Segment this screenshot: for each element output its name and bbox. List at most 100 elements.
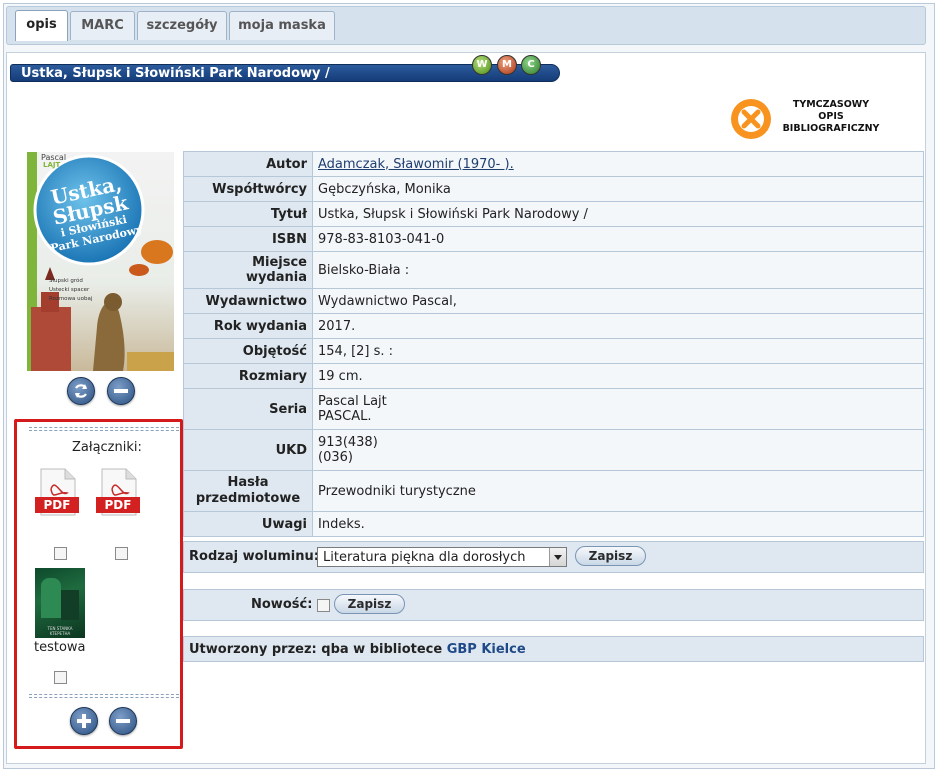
table-row: Hasła przedmiotowe Przewodniki turystycz… [183, 470, 924, 512]
cover-series: LAJT [43, 161, 61, 169]
table-row: Seria Pascal Lajt PASCAL. [183, 388, 924, 430]
refresh-icon [75, 384, 87, 398]
field-value: 2017. [312, 313, 924, 339]
novelty-checkbox[interactable] [317, 599, 330, 612]
created-by-prefix: Utworzony przez: qba w bibliotece [189, 642, 447, 657]
field-value: Ustka, Słupsk i Słowiński Park Narodowy … [312, 201, 924, 227]
temp-line-1: TYMCZASOWY [792, 99, 870, 110]
table-row: Uwagi Indeks. [183, 511, 924, 537]
novelty-panel: Nowość: Zapisz [183, 589, 924, 621]
pdf-label: PDF [104, 498, 132, 512]
field-label: Autor [183, 151, 313, 177]
field-value: Adamczak, Sławomir (1970- ). [312, 151, 924, 177]
attachment-2-checkbox[interactable] [115, 547, 128, 560]
thumbnail-text: TEN STANKA KTEPETHA [47, 626, 73, 636]
subject-label-2: przedmiotowe [195, 491, 301, 506]
created-by-text: Utworzony przez: qba w bibliotece GBP Ki… [189, 642, 526, 657]
series-line-2: PASCAL. [318, 409, 372, 424]
divider [29, 697, 179, 698]
attachments-label: Załączniki: [72, 440, 142, 455]
table-row: Tytuł Ustka, Słupsk i Słowiński Park Nar… [183, 201, 924, 227]
novelty-label: Nowość: [251, 597, 313, 612]
series-line-1: Pascal Lajt [318, 394, 387, 409]
field-label: Hasła przedmiotowe [183, 470, 313, 512]
subject-label-1: Hasła [227, 475, 269, 490]
image-attachment-checkbox[interactable] [54, 671, 67, 684]
field-value: Pascal Lajt PASCAL. [312, 388, 924, 430]
tab-marc[interactable]: MARC [70, 11, 135, 40]
minus-icon [114, 389, 128, 393]
cover-sub-3: Rozmowa uobaj [49, 296, 93, 302]
temporary-notice: TYMCZASOWY OPIS BIBLIOGRAFICZNY [776, 99, 886, 135]
tab-opis[interactable]: opis [15, 10, 68, 41]
field-value: Przewodniki turystyczne [312, 470, 924, 512]
save-novelty-button[interactable]: Zapisz [334, 594, 405, 614]
table-row: UKD 913(438) (036) [183, 429, 924, 471]
field-value: 154, [2] s. : [312, 338, 924, 364]
created-by-panel: Utworzony przez: qba w bibliotece GBP Ki… [183, 636, 924, 662]
tab-moja-maska[interactable]: moja maska [229, 11, 335, 40]
ukd-line-1: 913(438) [318, 435, 378, 450]
table-row: Rok wydania 2017. [183, 313, 924, 339]
field-value: Indeks. [312, 511, 924, 537]
field-label: UKD [183, 429, 313, 471]
volume-type-select[interactable]: Literatura piękna dla dorosłych [317, 547, 567, 567]
author-link[interactable]: Adamczak, Sławomir (1970- ). [318, 157, 514, 172]
image-attachment-thumbnail[interactable]: TEN STANKA KTEPETHA [35, 568, 85, 638]
field-label: Wydawnictwo [183, 288, 313, 314]
tab-szczegoly[interactable]: szczegóły [137, 11, 227, 40]
m-badge-icon[interactable]: M [497, 55, 517, 75]
record-details-table: Autor Adamczak, Sławomir (1970- ). Współ… [183, 151, 924, 537]
field-value: Gębczyńska, Monika [312, 176, 924, 202]
field-label: Tytuł [183, 201, 313, 227]
field-label: Rozmiary [183, 363, 313, 389]
table-row: Rozmiary 19 cm. [183, 363, 924, 389]
refresh-cover-button[interactable] [67, 377, 95, 405]
field-value: 913(438) (036) [312, 429, 924, 471]
field-label: Miejsce wydania [183, 251, 313, 289]
divider [29, 694, 179, 695]
field-value: 978-83-8103-041-0 [312, 226, 924, 252]
temporary-x-icon [731, 99, 771, 139]
pdf-attachment-1[interactable]: PDF [35, 467, 81, 517]
attachments-panel: Załączniki: PDF PDF TEN STANKA KTEPETHA … [14, 419, 183, 749]
field-value: Wydawnictwo Pascal, [312, 288, 924, 314]
attachment-1-checkbox[interactable] [54, 547, 67, 560]
plus-icon [77, 714, 91, 728]
c-badge-icon[interactable]: C [521, 55, 541, 75]
volume-type-value: Literatura piękna dla dorosłych [323, 550, 526, 565]
created-by-library: GBP Kielce [446, 642, 526, 657]
pdf-attachment-2[interactable]: PDF [96, 467, 142, 517]
add-attachment-button[interactable] [70, 707, 98, 735]
cover-sub-2: Ustecki spacer [49, 287, 90, 293]
volume-type-panel: Rodzaj woluminu: Literatura piękna dla d… [183, 541, 924, 573]
w-badge-icon[interactable]: W [472, 55, 492, 75]
table-row: Współtwórcy Gębczyńska, Monika [183, 176, 924, 202]
image-attachment-caption: testowa [34, 640, 86, 655]
table-row: ISBN 978-83-8103-041-0 [183, 226, 924, 252]
pdf-label: PDF [43, 498, 71, 512]
temp-line-2: OPIS [818, 111, 844, 122]
temp-line-3: BIBLIOGRAFICZNY [782, 123, 880, 134]
divider [29, 430, 179, 431]
chevron-down-icon[interactable] [549, 548, 566, 566]
field-label: Seria [183, 388, 313, 430]
book-cover: Pascal LAJT Ustka, Słupsk i Słowiński Pa… [27, 152, 174, 371]
volume-type-label: Rodzaj woluminu: [189, 549, 319, 564]
field-value: 19 cm. [312, 363, 924, 389]
table-row: Autor Adamczak, Sławomir (1970- ). [183, 151, 924, 177]
minus-icon [116, 719, 130, 723]
cover-subtitle: Słupski gród Ustecki spacer Rozmowa uoba… [49, 277, 92, 304]
remove-attachment-button[interactable] [109, 707, 137, 735]
ukd-line-2: (036) [318, 450, 353, 465]
record-title: Ustka, Słupsk i Słowiński Park Narodowy … [21, 66, 330, 81]
field-value: Bielsko-Biała : [312, 251, 924, 289]
field-label: Uwagi [183, 511, 313, 537]
table-row: Miejsce wydania Bielsko-Biała : [183, 251, 924, 289]
field-label: ISBN [183, 226, 313, 252]
save-volume-button[interactable]: Zapisz [575, 546, 646, 566]
field-label: Objętość [183, 338, 313, 364]
field-label: Rok wydania [183, 313, 313, 339]
field-label: Współtwórcy [183, 176, 313, 202]
remove-cover-button[interactable] [107, 377, 135, 405]
